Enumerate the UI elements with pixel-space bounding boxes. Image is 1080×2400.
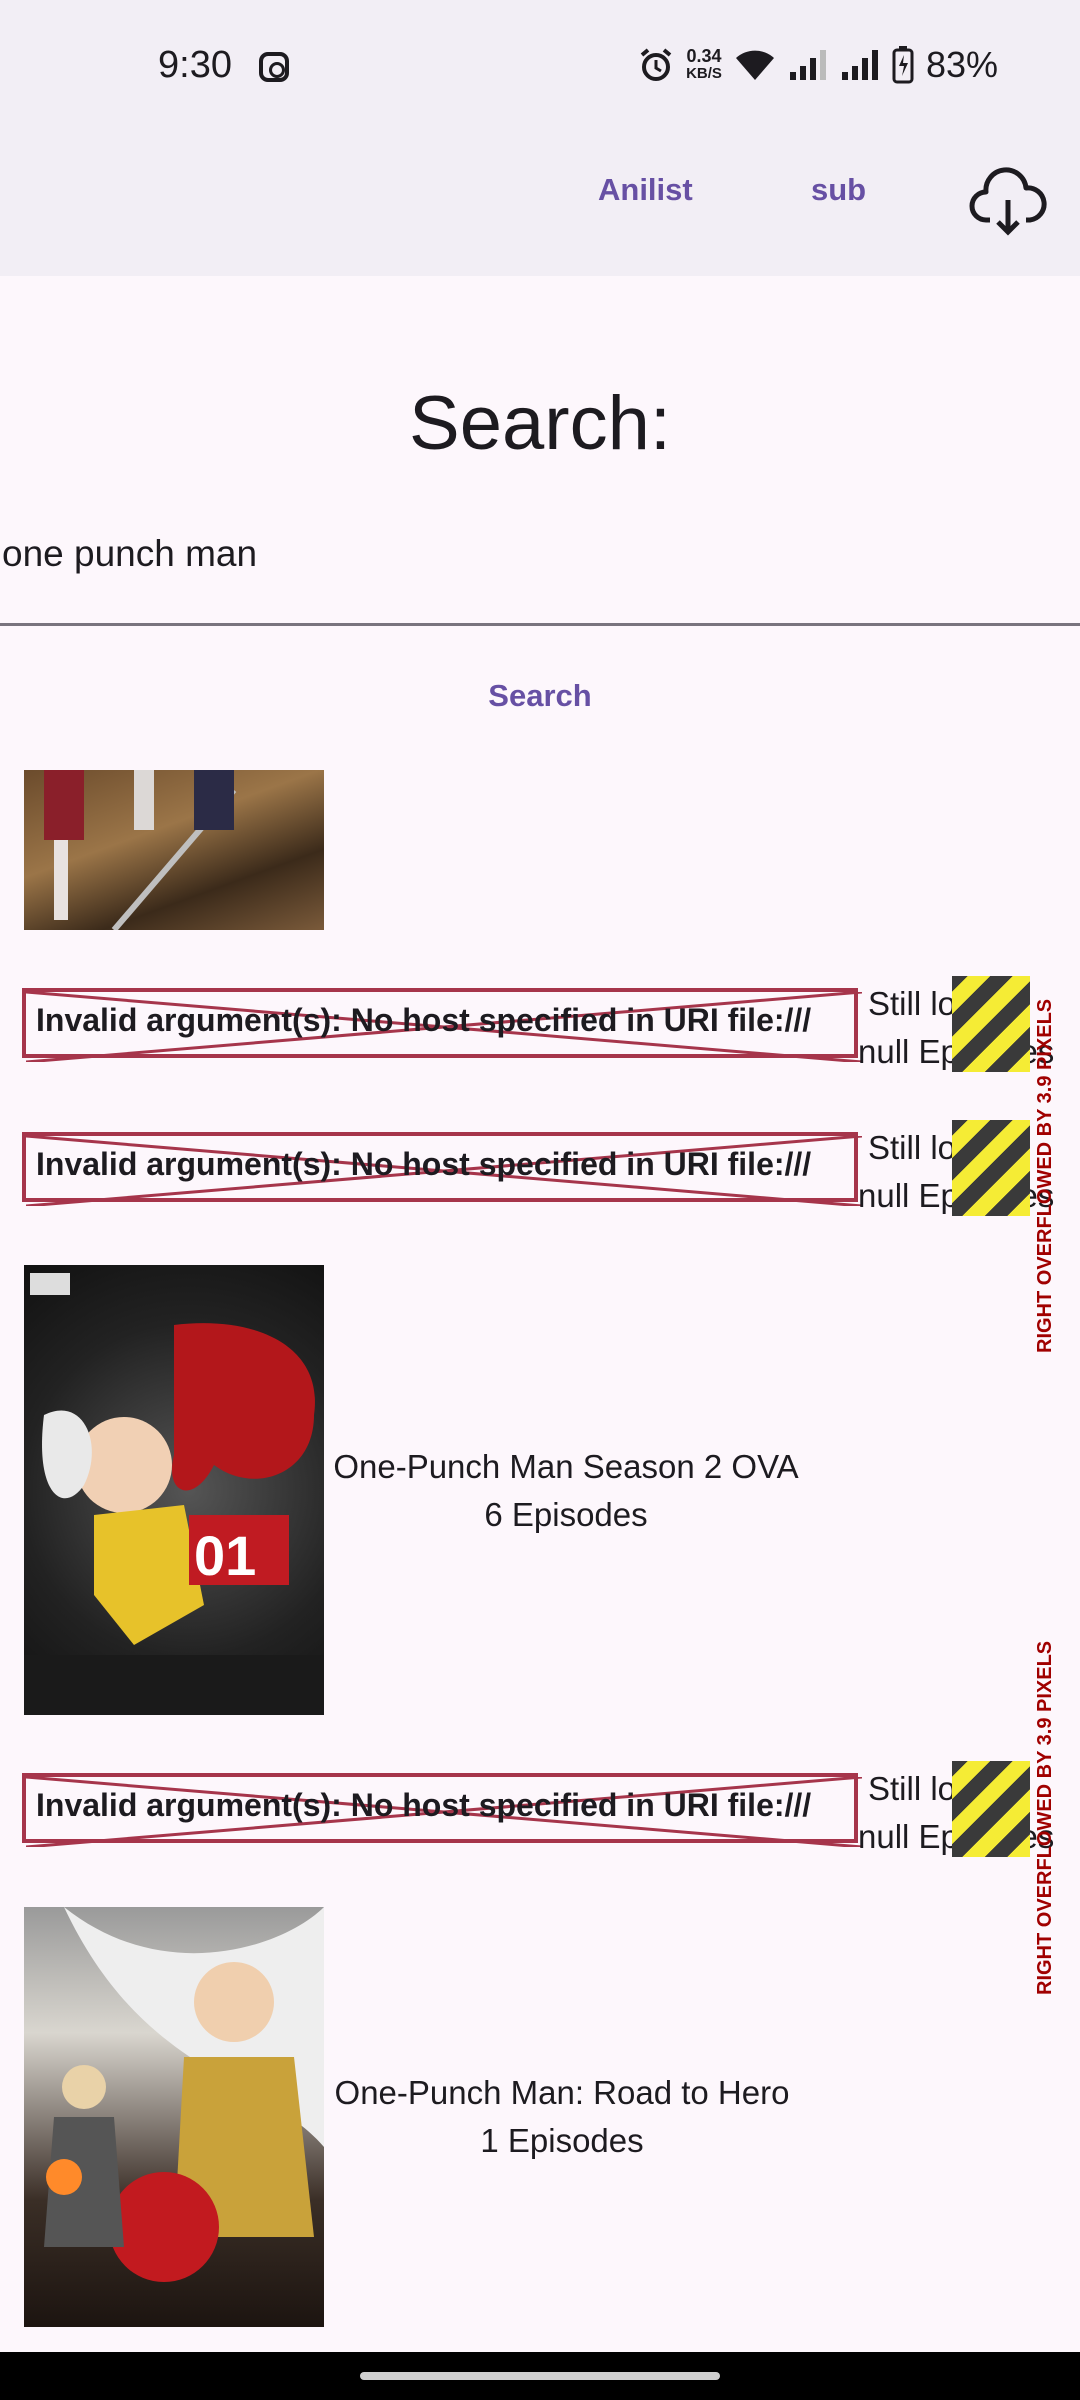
result-text: One-Punch Man: Road to Hero 1 Episodes — [324, 2069, 800, 2165]
search-heading: Search: — [409, 381, 671, 466]
instagram-notification-icon — [259, 52, 289, 82]
navigation-bar — [0, 2352, 1080, 2400]
signal-icon-2 — [841, 50, 878, 80]
anilist-button[interactable]: Anilist — [598, 172, 693, 208]
overflow-indicator — [952, 1761, 1030, 1857]
result-artwork — [44, 1907, 324, 2282]
signal-icon-1 — [789, 50, 826, 80]
image-error-text: Invalid argument(s): No host specified i… — [36, 1787, 812, 1823]
result-title: One-Punch Man Season 2 OVA — [333, 1448, 799, 1485]
network-speed-unit: KB/S — [686, 65, 722, 82]
result-image[interactable] — [24, 770, 324, 930]
battery-charging-icon — [892, 46, 914, 84]
result-title: One-Punch Man: Road to Hero — [334, 2074, 790, 2111]
result-image[interactable]: 01 — [24, 1265, 324, 1715]
result-text: One-Punch Man Season 2 OVA 6 Episodes — [324, 1443, 808, 1539]
battery-percent: 83% — [925, 44, 998, 85]
search-button[interactable]: Search — [0, 678, 1080, 714]
overflow-indicator — [952, 1120, 1030, 1216]
app-bar: Anilist sub — [0, 140, 1080, 276]
result-episodes: 6 Episodes — [484, 1496, 648, 1533]
search-input-underline — [0, 623, 1080, 626]
sub-button[interactable]: sub — [811, 172, 866, 208]
cloud-download-icon[interactable] — [968, 162, 1048, 242]
result-artwork: 01 — [24, 1273, 324, 1715]
image-error-box: Invalid argument(s): No host specified i… — [22, 988, 862, 1062]
status-time: 9:30 — [158, 44, 232, 86]
home-gesture-handle[interactable] — [360, 2372, 720, 2380]
wifi-icon — [735, 50, 774, 80]
image-error-text: Invalid argument(s): No host specified i… — [36, 1002, 812, 1038]
result-image[interactable] — [24, 1907, 324, 2327]
status-icons: 0.34 KB/S 83% — [638, 44, 998, 86]
network-speed-value: 0.34 — [686, 46, 722, 66]
alarm-icon — [640, 48, 672, 81]
overflow-warning: RIGHT OVERFLOWED BY 3.9 PIXELS — [1034, 998, 1056, 1353]
result-episodes: 1 Episodes — [480, 2122, 644, 2159]
image-error-box: Invalid argument(s): No host specified i… — [22, 1132, 862, 1206]
overflow-indicator — [952, 976, 1030, 1072]
search-input[interactable]: one punch man — [2, 533, 257, 575]
overflow-warning: RIGHT OVERFLOWED BY 3.9 PIXELS — [1034, 1640, 1056, 1995]
image-error-text: Invalid argument(s): No host specified i… — [36, 1146, 812, 1182]
image-error-box: Invalid argument(s): No host specified i… — [22, 1773, 862, 1847]
svg-text:01: 01 — [194, 1524, 256, 1587]
network-speed: 0.34 KB/S — [686, 47, 722, 83]
result-artwork — [44, 770, 237, 930]
status-bar: 9:30 0.34 KB/S 83% — [0, 0, 1080, 140]
